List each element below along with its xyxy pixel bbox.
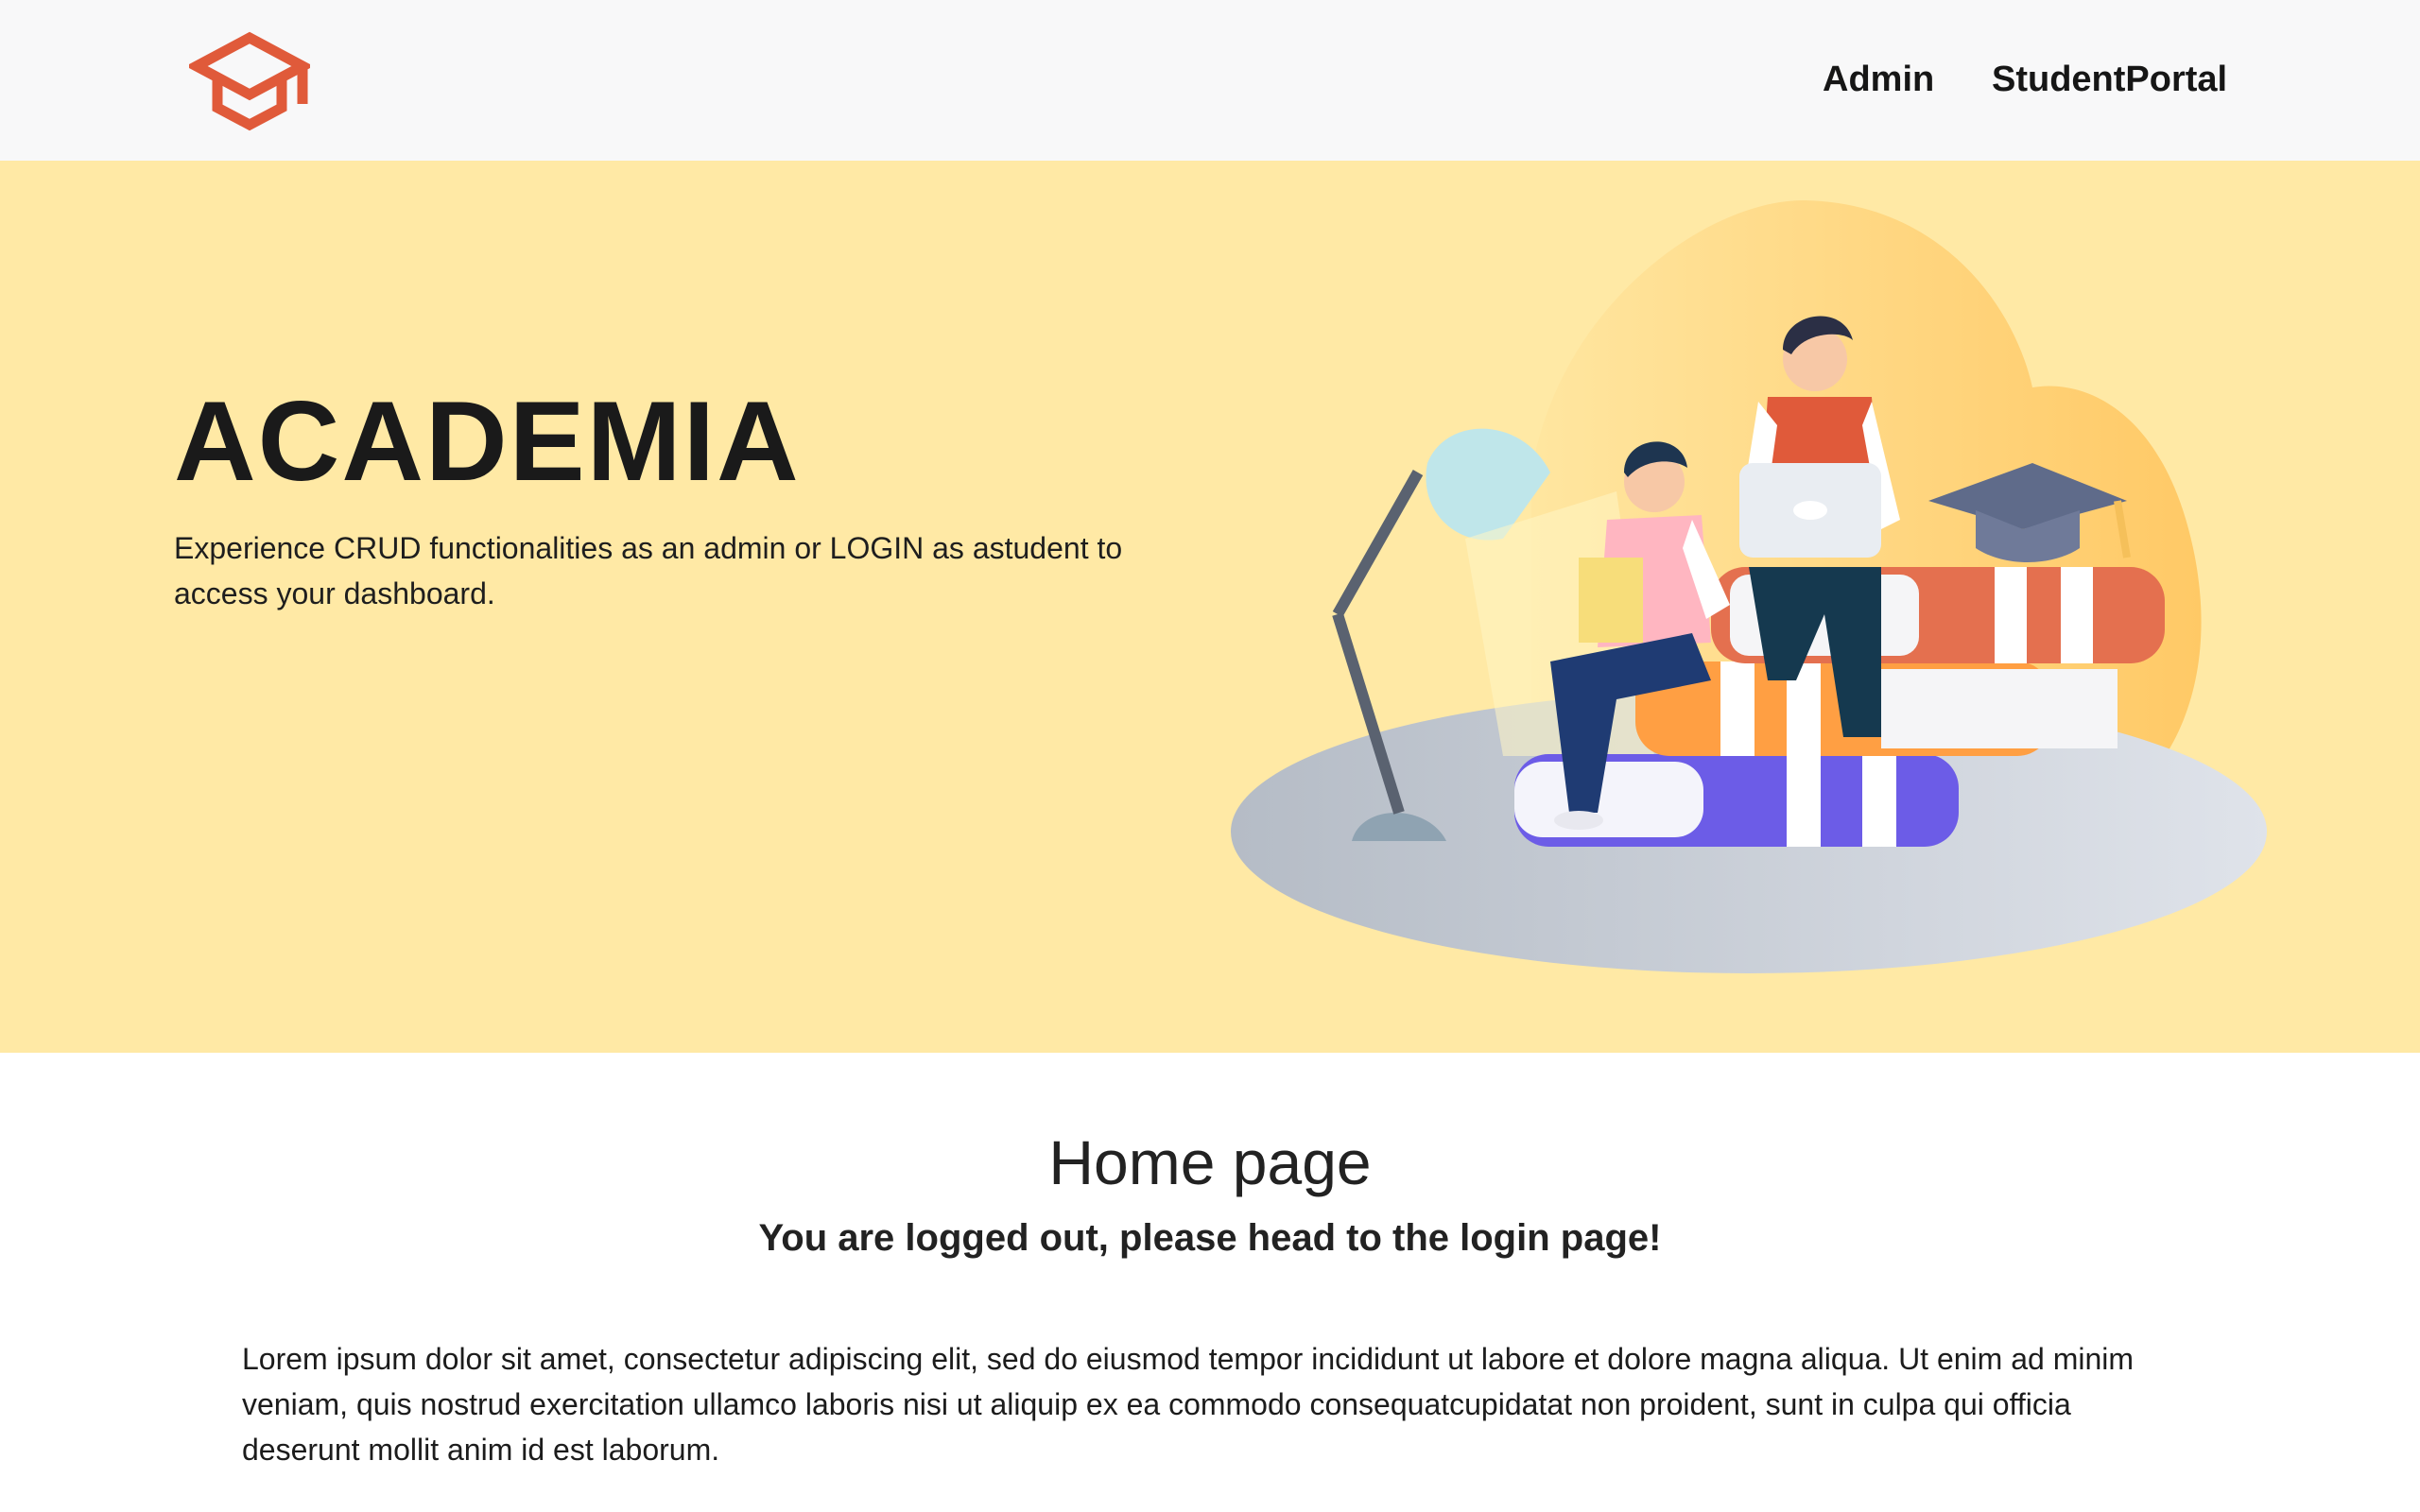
graduation-cap-icon[interactable] bbox=[189, 28, 310, 132]
page-title: Home page bbox=[1048, 1127, 1372, 1197]
nav-link-admin[interactable]: Admin bbox=[1823, 55, 1934, 104]
logged-out-message: You are logged out, please head to the l… bbox=[758, 1217, 1662, 1259]
body-paragraph: Lorem ipsum dolor sit amet, consectetur … bbox=[242, 1342, 2135, 1467]
hero-description: Experience CRUD functionalities as an ad… bbox=[174, 531, 1123, 610]
students-studying-illustration bbox=[1231, 199, 2267, 973]
main-content: Home page You are logged out, please hea… bbox=[0, 1053, 2420, 1512]
hero-title: ACADEMIA bbox=[174, 378, 801, 505]
nav-link-student-portal[interactable]: StudentPortal bbox=[1992, 55, 2227, 104]
navbar: Admin StudentPortal bbox=[0, 0, 2420, 161]
hero-section: ACADEMIA Experience CRUD functionalities… bbox=[0, 161, 2420, 1053]
